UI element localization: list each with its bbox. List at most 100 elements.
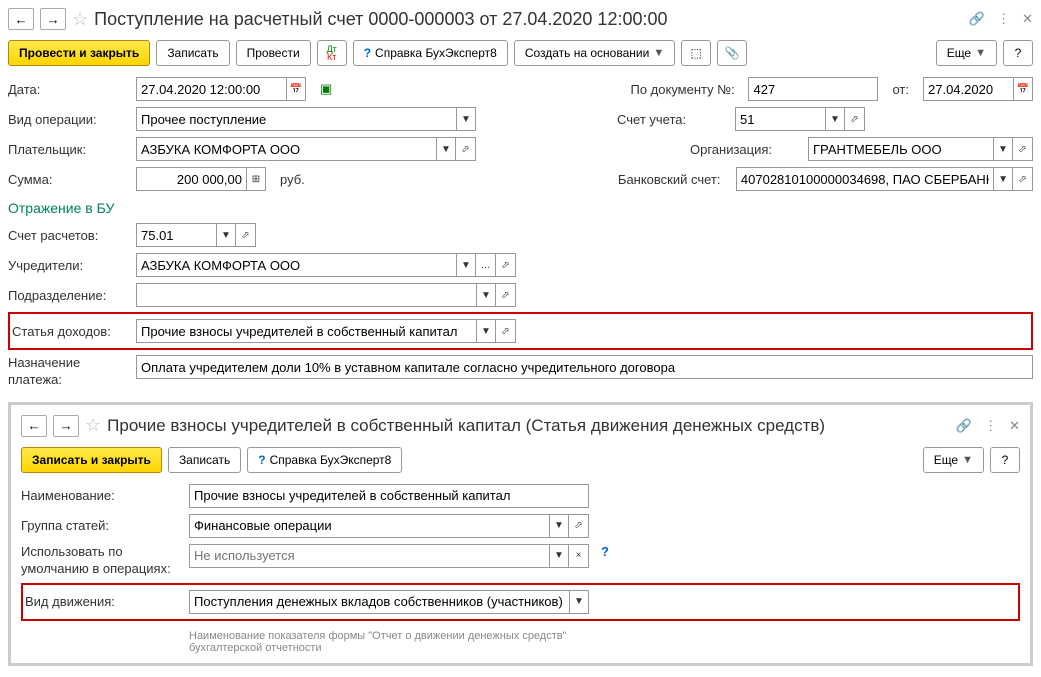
sum-input[interactable] <box>136 167 246 191</box>
dropdown-icon[interactable]: ▼ <box>569 590 589 614</box>
founders-label: Учредители: <box>8 258 128 273</box>
main-window: ← → ☆ Поступление на расчетный счет 0000… <box>0 0 1041 670</box>
open-icon[interactable]: ⬀ <box>236 223 256 247</box>
founders-input[interactable] <box>136 253 456 277</box>
name-input[interactable] <box>189 484 589 508</box>
dropdown-icon[interactable]: ▼ <box>436 137 456 161</box>
forward-button[interactable]: → <box>40 8 66 30</box>
op-type-label: Вид операции: <box>8 112 128 127</box>
bank-input[interactable] <box>736 167 993 191</box>
dropdown-icon[interactable]: ▼ <box>549 544 569 568</box>
movement-input[interactable] <box>189 590 569 614</box>
account-input[interactable] <box>735 107 825 131</box>
menu-icon[interactable]: ⋮ <box>984 418 997 434</box>
save-close-button[interactable]: Записать и закрыть <box>21 447 162 473</box>
open-icon[interactable]: ⬀ <box>845 107 865 131</box>
division-input[interactable] <box>136 283 476 307</box>
save-button[interactable]: Записать <box>156 40 229 66</box>
sub-titlebar: ← → ☆ Прочие взносы учредителей в собств… <box>21 411 1020 445</box>
dropdown-icon[interactable]: ▼ <box>476 283 496 307</box>
name-label: Наименование: <box>21 488 181 503</box>
favorite-icon[interactable]: ☆ <box>85 415 101 436</box>
help-button[interactable]: ? Справка БухЭксперт8 <box>353 40 508 66</box>
link-icon[interactable]: 🔗 <box>956 418 972 434</box>
link-icon[interactable]: 🔗 <box>969 11 985 27</box>
forward-button[interactable]: → <box>53 415 79 437</box>
calendar-icon[interactable]: 📅 <box>1013 77 1033 101</box>
open-icon[interactable]: ⬀ <box>1013 167 1033 191</box>
clear-icon[interactable]: × <box>569 544 589 568</box>
sub-toolbar: Записать и закрыть Записать ? Справка Бу… <box>21 445 1020 481</box>
calendar-icon[interactable]: 📅 <box>286 77 306 101</box>
date-label: Дата: <box>8 82 128 97</box>
close-icon[interactable]: ✕ <box>1009 418 1020 434</box>
default-input[interactable] <box>189 544 549 568</box>
default-label: Использовать поумолчанию в операциях: <box>21 544 181 578</box>
dropdown-icon[interactable]: ▼ <box>825 107 845 131</box>
menu-icon[interactable]: ⋮ <box>997 11 1010 27</box>
close-icon[interactable]: ✕ <box>1022 11 1033 27</box>
calc-icon[interactable]: ⊞ <box>246 167 266 191</box>
calc-account-input[interactable] <box>136 223 216 247</box>
doc-num-label: По документу №: <box>630 82 740 97</box>
dtkt-button[interactable]: ДтКт <box>317 40 347 66</box>
create-based-button[interactable]: Создать на основании ▼ <box>514 40 675 66</box>
movement-hint: Наименование показателя формы "Отчет о д… <box>189 626 589 654</box>
save-button[interactable]: Записать <box>168 447 241 473</box>
sub-window: ← → ☆ Прочие взносы учредителей в собств… <box>8 402 1033 666</box>
post-button[interactable]: Провести <box>236 40 311 66</box>
income-row-highlight: Статья доходов: ▼ ⬀ <box>8 312 1033 350</box>
open-icon[interactable]: ⬀ <box>496 283 516 307</box>
payer-label: Плательщик: <box>8 142 128 157</box>
open-icon[interactable]: ⬀ <box>496 319 516 343</box>
division-label: Подразделение: <box>8 288 128 303</box>
dropdown-icon[interactable]: ▼ <box>549 514 569 538</box>
income-label: Статья доходов: <box>12 324 128 339</box>
back-button[interactable]: ← <box>21 415 47 437</box>
group-input[interactable] <box>189 514 549 538</box>
dropdown-icon[interactable]: ▼ <box>216 223 236 247</box>
purpose-input[interactable] <box>136 355 1033 379</box>
open-icon[interactable]: ⬀ <box>1013 137 1033 161</box>
structure-button[interactable]: ⬚ <box>681 40 711 66</box>
more-button[interactable]: Еще ▼ <box>936 40 997 66</box>
currency-label: руб. <box>280 172 305 187</box>
bu-section-title: Отражение в БУ <box>8 194 1033 220</box>
window-title: Поступление на расчетный счет 0000-00000… <box>94 9 963 30</box>
help-icon-button[interactable]: ? <box>990 447 1020 473</box>
org-input[interactable] <box>808 137 993 161</box>
dropdown-icon[interactable]: ▼ <box>456 107 476 131</box>
movement-row-highlight: Вид движения: ▼ <box>21 583 1020 621</box>
attach-button[interactable]: 📎 <box>717 40 747 66</box>
payer-input[interactable] <box>136 137 436 161</box>
dropdown-icon[interactable]: ▼ <box>993 167 1013 191</box>
doc-date-input[interactable] <box>923 77 1013 101</box>
doc-num-input[interactable] <box>748 77 878 101</box>
dropdown-icon[interactable]: ▼ <box>993 137 1013 161</box>
help-button[interactable]: ? Справка БухЭксперт8 <box>247 447 402 473</box>
date-input[interactable] <box>136 77 286 101</box>
help-hint-icon[interactable]: ? <box>601 544 609 559</box>
doc-date-label: от: <box>892 82 909 97</box>
income-input[interactable] <box>136 319 476 343</box>
favorite-icon[interactable]: ☆ <box>72 9 88 30</box>
sub-window-title: Прочие взносы учредителей в собственный … <box>107 416 950 436</box>
back-button[interactable]: ← <box>8 8 34 30</box>
dropdown-icon[interactable]: ▼ <box>476 319 496 343</box>
main-toolbar: Провести и закрыть Записать Провести ДтК… <box>8 38 1033 74</box>
op-type-input[interactable] <box>136 107 456 131</box>
more-button[interactable]: Еще ▼ <box>923 447 984 473</box>
org-label: Организация: <box>690 142 800 157</box>
purpose-label: Назначение платежа: <box>8 355 128 389</box>
help-icon-button[interactable]: ? <box>1003 40 1033 66</box>
group-label: Группа статей: <box>21 518 181 533</box>
open-icon[interactable]: ⬀ <box>496 253 516 277</box>
post-close-button[interactable]: Провести и закрыть <box>8 40 150 66</box>
open-icon[interactable]: ⬀ <box>456 137 476 161</box>
main-titlebar: ← → ☆ Поступление на расчетный счет 0000… <box>8 4 1033 38</box>
ellipsis-icon[interactable]: … <box>476 253 496 277</box>
sum-label: Сумма: <box>8 172 128 187</box>
status-icon: ▣ <box>320 81 332 97</box>
dropdown-icon[interactable]: ▼ <box>456 253 476 277</box>
open-icon[interactable]: ⬀ <box>569 514 589 538</box>
